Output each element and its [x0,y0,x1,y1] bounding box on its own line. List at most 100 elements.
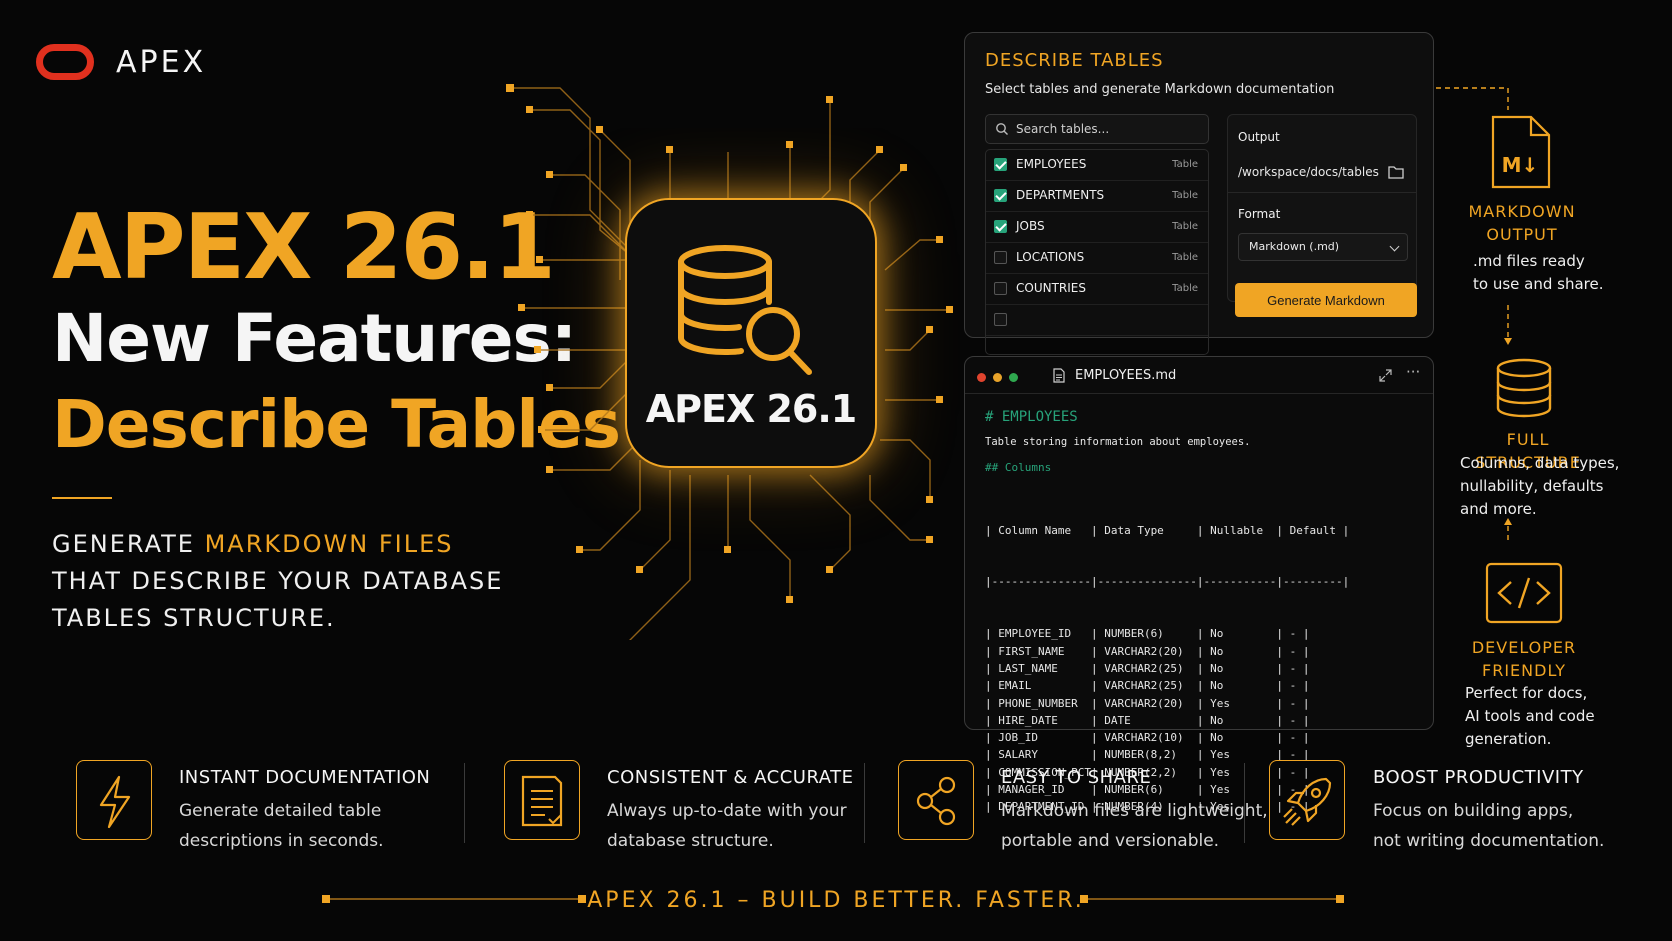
table-list-item[interactable]: LOCATIONS Table [986,243,1208,274]
feature-separator [1244,763,1245,843]
table-list-item[interactable]: EMPLOYEES Table [986,150,1208,181]
rail-desc-full-structure: Columns, data types, nullability, defaul… [1460,452,1619,521]
oracle-logo-icon [36,44,94,80]
md-table-row: | HIRE_DATE | DATE | No | - | [985,713,1310,727]
svg-text:M↓: M↓ [1502,153,1539,177]
rail-desc-line: Columns, data types, [1460,454,1620,472]
output-settings: Output /workspace/docs/tables Format Mar… [1227,114,1417,302]
rail-title-line: MARKDOWN [1468,202,1576,221]
panel-subtitle: Select tables and generate Markdown docu… [985,82,1335,97]
table-name: DEPARTMENTS [1016,188,1105,202]
rail-desc-line: Perfect for docs, [1465,684,1588,702]
md-table-row: | LAST_NAME | VARCHAR2(25) | No | - | [985,661,1310,675]
table-list-item[interactable]: JOBS Table [986,212,1208,243]
feature-icon-box [1269,760,1345,840]
md-table-row: | JOB_ID | VARCHAR2(10) | No | - | [985,731,1310,745]
table-name: JOBS [1016,219,1045,233]
markdown-preview-panel: EMPLOYEES.md ··· # EMPLOYEES Table stori… [964,356,1434,813]
rail-desc-markdown-output: .md files ready to use and share. [1473,250,1603,296]
md-subheading: ## Columns [985,461,1052,474]
logo-text: APEX [116,44,207,80]
hero-divider [52,497,112,499]
table-checkbox[interactable] [994,251,1007,264]
md-table-row: | PHONE_NUMBER | VARCHAR2(20) | Yes | - … [985,696,1310,710]
maximize-window-dot[interactable] [1009,373,1018,382]
divider [1228,192,1416,193]
rail-title-line: FRIENDLY [1482,661,1566,680]
feature-separator [864,763,865,843]
table-list-item[interactable]: COUNTRIES Table [986,274,1208,305]
rail-title-developer-friendly: DEVELOPER FRIENDLY [1452,636,1596,682]
code-icon [1485,562,1563,624]
format-value: Markdown (.md) [1249,240,1340,253]
md-table-row: | EMPLOYEE_ID | NUMBER(6) | No | - | [985,627,1310,641]
feature-title: INSTANT DOCUMENTATION [179,767,431,788]
rail-desc-line: to use and share. [1473,275,1604,293]
feature-desc: Markdown files are lightweight, portable… [1001,796,1268,856]
feature-separator [464,763,465,843]
feature-desc-line: database structure. [607,831,774,851]
md-table-header: | Column Name | Data Type | Nullable | D… [985,523,1350,537]
search-placeholder: Search tables... [1016,122,1110,136]
chevron-down-icon [1389,241,1400,252]
subhead-text: TABLES STRUCTURE. [52,604,336,632]
table-list: EMPLOYEES Table DEPARTMENTS Table JOBS T… [985,149,1209,355]
hero-subhead: GENERATE MARKDOWN FILES THAT DESCRIBE YO… [52,526,503,637]
feature-icon-box [898,760,974,840]
table-checkbox[interactable] [994,189,1007,202]
feature-desc: Focus on building apps, not writing docu… [1373,796,1604,856]
apex-logo: APEX [36,44,206,80]
feature-icon-box [76,760,152,840]
tagline-rule-right [1080,895,1344,903]
feature-desc-line: Always up-to-date with your [607,801,847,821]
md-table-separator: |---------------|---------------|-------… [985,575,1350,589]
rail-desc-line: nullability, defaults [1460,477,1604,495]
table-name: EMPLOYEES [1016,157,1087,171]
feature-title: EASY TO SHARE [1001,767,1152,788]
table-type: Table [1172,159,1198,170]
md-description: Table storing information about employee… [985,436,1251,448]
expand-icon[interactable] [1379,369,1392,382]
table-name: LOCATIONS [1016,250,1085,264]
table-checkbox[interactable] [994,313,1007,326]
table-type: Table [1172,221,1198,232]
panel-title: DESCRIBE TABLES [985,50,1164,71]
share-icon [916,776,956,826]
table-type: Table [1172,283,1198,294]
search-input[interactable]: Search tables... [985,114,1209,144]
output-path[interactable]: /workspace/docs/tables [1238,165,1379,179]
table-checkbox[interactable] [994,220,1007,233]
feature-desc: Generate detailed table descriptions in … [179,796,384,856]
format-label: Format [1238,207,1281,221]
table-checkbox[interactable] [994,158,1007,171]
database-search-icon [678,245,812,375]
folder-icon[interactable] [1388,165,1404,179]
feature-desc-line: portable and versionable. [1001,831,1220,851]
feature-desc-line: Focus on building apps, [1373,801,1574,821]
close-window-dot[interactable] [977,373,986,382]
feature-desc-line: Markdown files are lightweight, [1001,801,1268,821]
minimize-window-dot[interactable] [993,373,1002,382]
file-icon [1053,368,1065,383]
more-options-icon[interactable]: ··· [1406,363,1420,381]
apex-chip: APEX 26.1 [625,198,877,468]
feature-desc-line: descriptions in seconds. [179,831,384,851]
rail-desc-developer-friendly: Perfect for docs, AI tools and code gene… [1465,682,1595,751]
rail-title-markdown-output: MARKDOWN OUTPUT [1450,200,1594,246]
rail-title-line: OUTPUT [1486,225,1558,244]
table-type: Table [1172,190,1198,201]
rail-desc-line: .md files ready [1473,252,1585,270]
md-table-row: | EMAIL | VARCHAR2(25) | No | - | [985,679,1310,693]
table-list-item-partial[interactable] [986,305,1208,336]
generate-markdown-button[interactable]: Generate Markdown [1235,283,1417,317]
feature-title: CONSISTENT & ACCURATE [607,767,854,788]
document-check-icon [521,775,563,827]
table-name: COUNTRIES [1016,281,1086,295]
table-type: Table [1172,252,1198,263]
format-select[interactable]: Markdown (.md) [1238,233,1408,261]
md-table-row: | FIRST_NAME | VARCHAR2(20) | No | - | [985,644,1310,658]
output-label: Output [1238,130,1280,144]
table-list-item[interactable]: DEPARTMENTS Table [986,181,1208,212]
describe-tables-panel: DESCRIBE TABLES Select tables and genera… [964,32,1434,355]
table-checkbox[interactable] [994,282,1007,295]
